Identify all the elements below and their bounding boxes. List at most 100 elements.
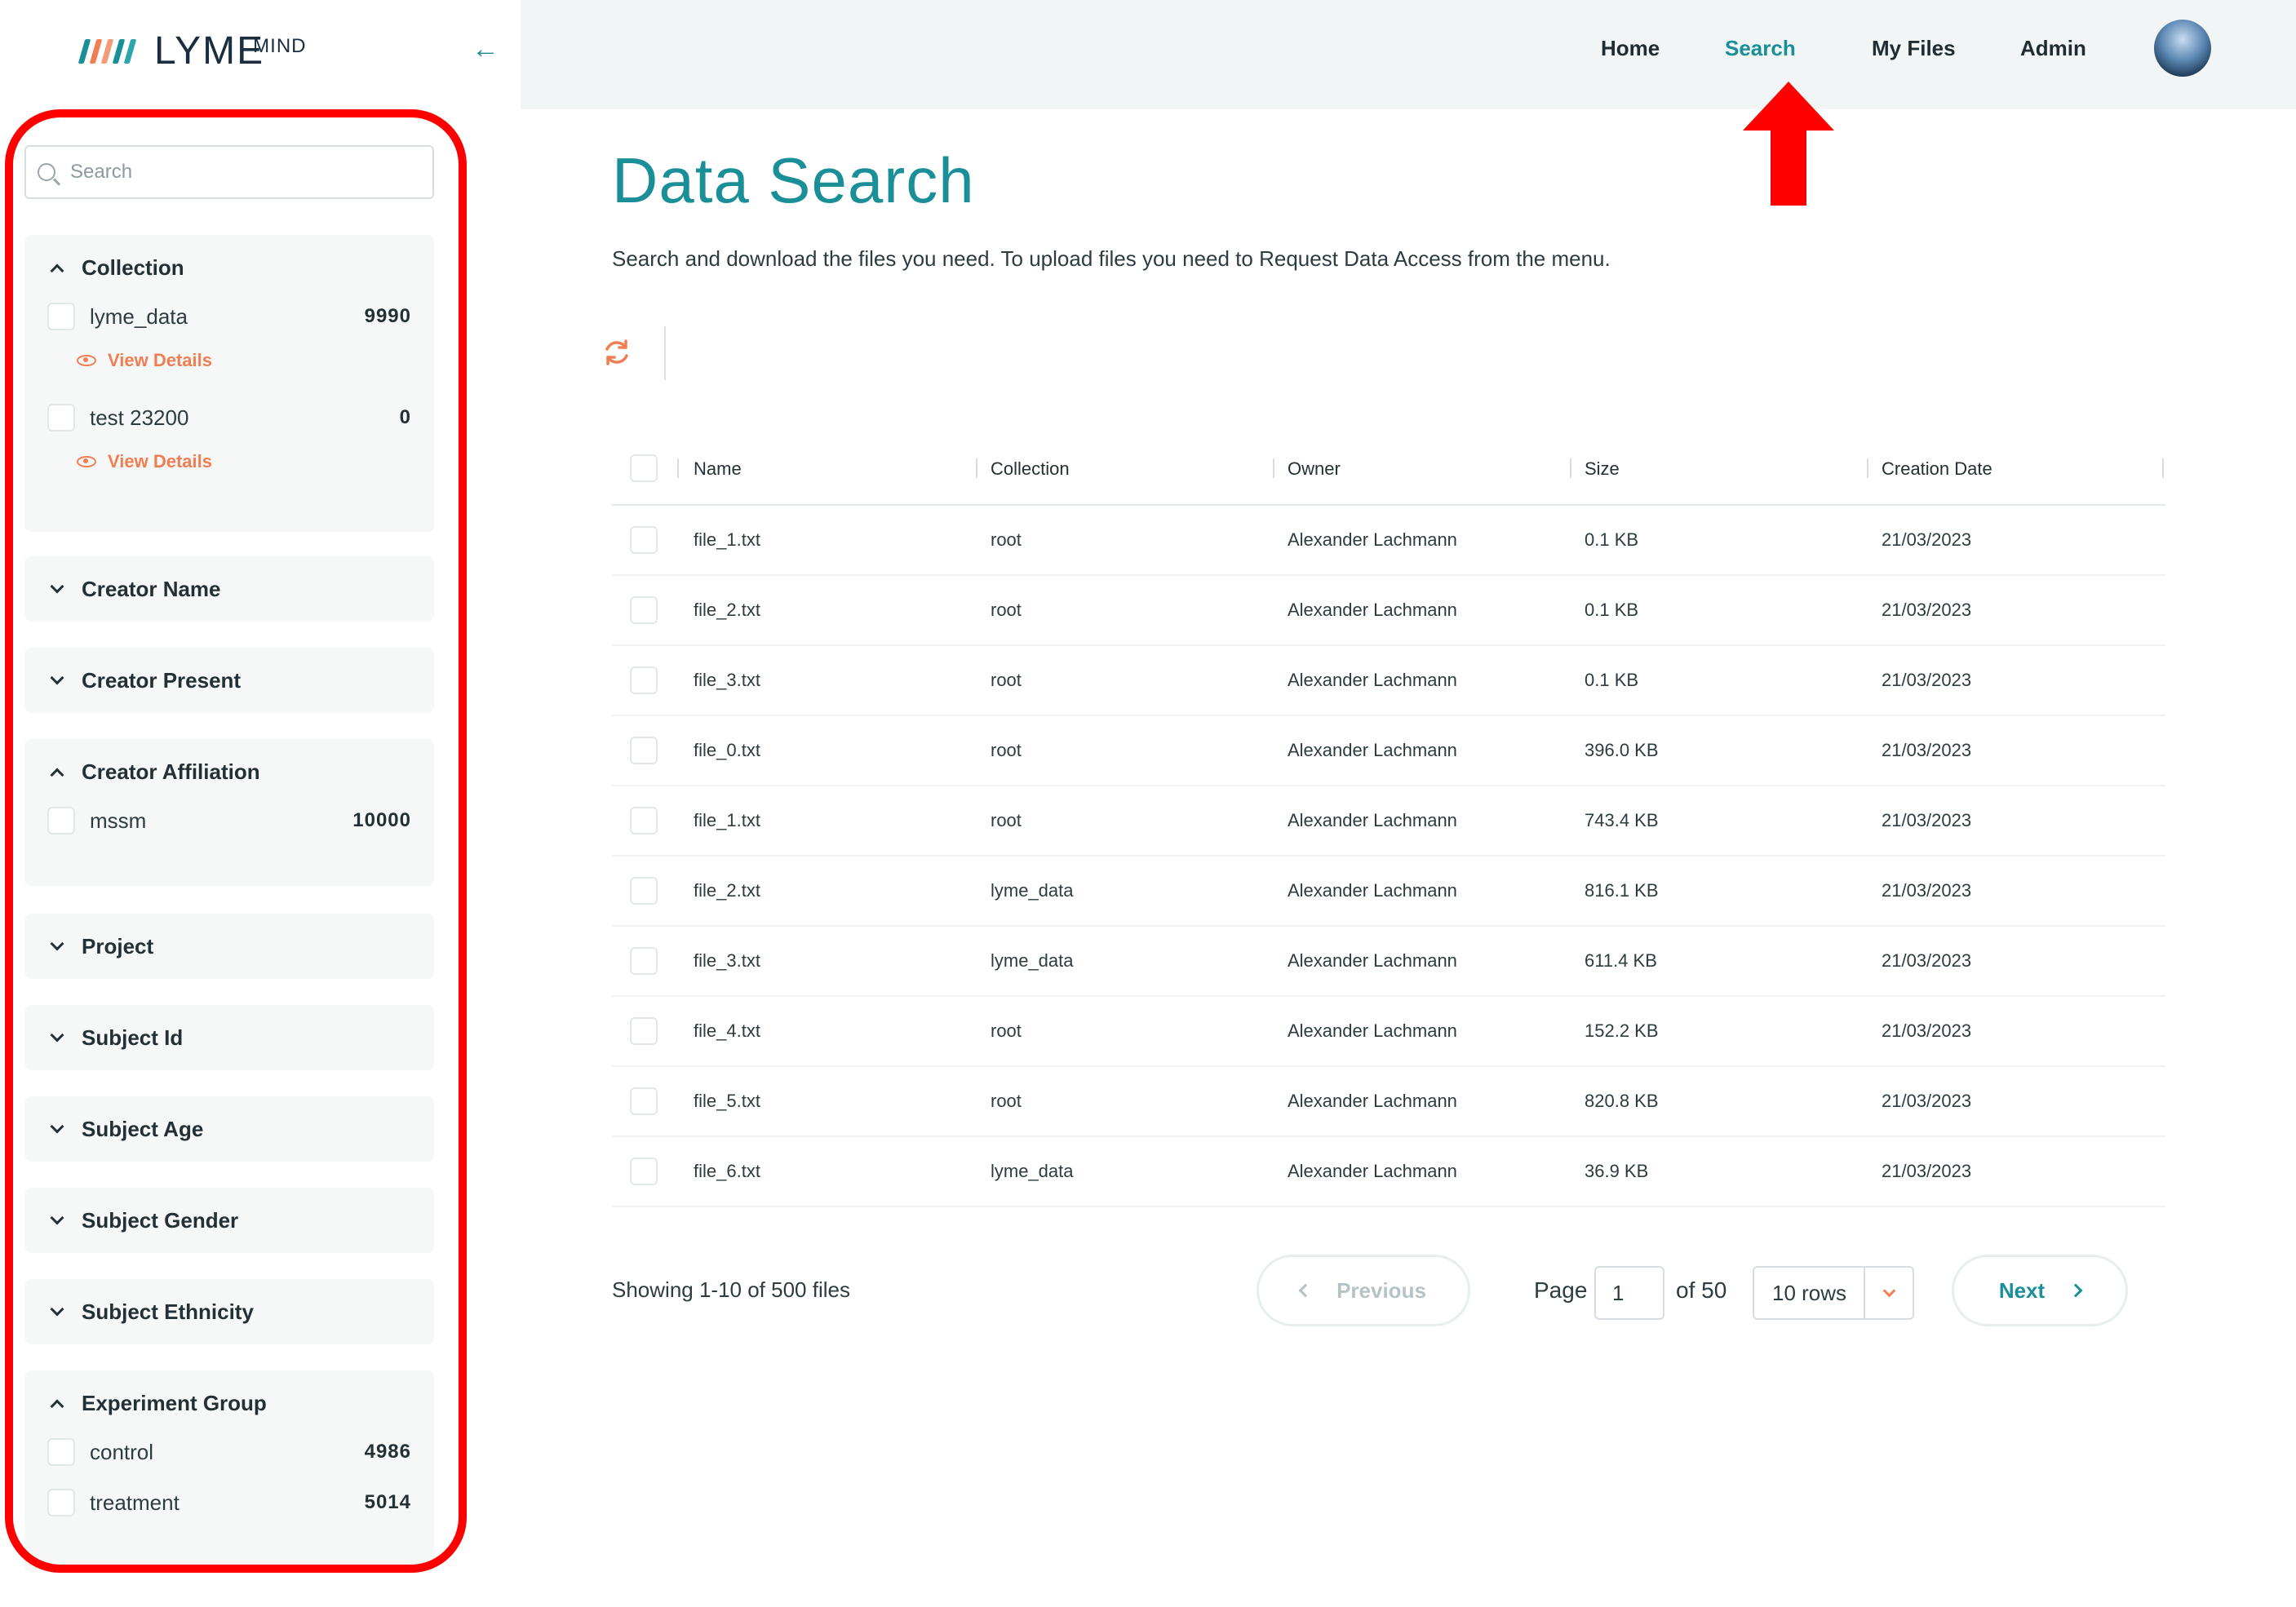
facet-option[interactable]: control 4986 (47, 1436, 411, 1468)
facet-option-label: control (90, 1439, 154, 1464)
table-row[interactable]: file_3.txt root Alexander Lachmann 0.1 KB 21… (612, 646, 2165, 716)
cell-name[interactable]: file_2.txt (694, 576, 760, 644)
facet-option[interactable]: treatment 5014 (47, 1486, 411, 1519)
row-checkbox[interactable] (630, 737, 658, 764)
page-number-input[interactable] (1594, 1266, 1664, 1320)
cell-collection: lyme_data (991, 880, 1074, 901)
cell-collection: lyme_data (991, 950, 1074, 971)
facet-title: Collection (82, 255, 184, 280)
column-header-size[interactable]: Size (1585, 434, 1620, 504)
next-page-button[interactable]: Next (1952, 1255, 2128, 1326)
rows-per-page-select[interactable]: 10 rows (1753, 1266, 1914, 1320)
cell-name[interactable]: file_6.txt (694, 1137, 760, 1206)
facet-header[interactable]: Subject Gender (24, 1188, 434, 1253)
facet-option-count: 9990 (364, 305, 411, 327)
eye-icon (77, 456, 96, 467)
chevron-down-icon[interactable] (1864, 1268, 1913, 1318)
cell-name[interactable]: file_2.txt (694, 857, 760, 925)
sidebar-search[interactable] (24, 145, 434, 199)
table-row[interactable]: file_2.txt lyme_data Alexander Lachmann 816… (612, 857, 2165, 927)
row-checkbox[interactable] (630, 1087, 658, 1115)
table-row[interactable]: file_2.txt root Alexander Lachmann 0.1 KB 21… (612, 576, 2165, 646)
cell-creation-date: 21/03/2023 (1882, 810, 1972, 830)
row-checkbox[interactable] (630, 526, 658, 554)
column-header-name[interactable]: Name (694, 434, 742, 504)
row-checkbox[interactable] (630, 1017, 658, 1045)
row-checkbox[interactable] (630, 666, 658, 694)
previous-page-button[interactable]: Previous (1257, 1255, 1470, 1326)
cell-collection: lyme_data (991, 1161, 1074, 1181)
facet-option-checkbox[interactable] (47, 404, 75, 432)
sidebar-search-input[interactable] (69, 160, 398, 184)
cell-name[interactable]: file_5.txt (694, 1067, 760, 1136)
column-divider (2162, 458, 2164, 478)
column-header-collection[interactable]: Collection (991, 434, 1070, 504)
facet-header[interactable]: Subject Ethnicity (24, 1279, 434, 1344)
facet-header[interactable]: Creator Present (24, 648, 434, 713)
facet-option-checkbox[interactable] (47, 303, 75, 330)
facet-option-label: treatment (90, 1490, 180, 1515)
nav-home[interactable]: Home (1601, 36, 1660, 61)
cell-creation-date: 21/03/2023 (1882, 880, 1972, 901)
table-row[interactable]: file_4.txt root Alexander Lachmann 152.2 KB… (612, 997, 2165, 1067)
cell-collection: root (991, 810, 1022, 830)
cell-owner: Alexander Lachmann (1288, 1020, 1457, 1041)
view-details-link[interactable]: View Details (77, 348, 212, 373)
table-row[interactable]: file_5.txt root Alexander Lachmann 820.8 KB… (612, 1067, 2165, 1137)
nav-search[interactable]: Search (1725, 36, 1796, 61)
facet-header[interactable]: Experiment Group (24, 1370, 434, 1436)
column-header-creation-date[interactable]: Creation Date (1882, 434, 1992, 504)
facet-header[interactable]: Subject Age (24, 1096, 434, 1162)
facet-header[interactable]: Creator Affiliation (24, 739, 434, 804)
row-checkbox[interactable] (630, 596, 658, 624)
row-checkbox[interactable] (630, 807, 658, 834)
facet-option-checkbox[interactable] (47, 1489, 75, 1516)
facet-subject-id: Subject Id (24, 1005, 434, 1070)
column-divider (1570, 458, 1571, 478)
chevron-down-icon (50, 1302, 64, 1317)
cell-collection: root (991, 529, 1022, 550)
cell-owner: Alexander Lachmann (1288, 810, 1457, 830)
facet-option[interactable]: mssm 10000 (47, 804, 411, 837)
row-checkbox[interactable] (630, 1158, 658, 1185)
row-checkbox[interactable] (630, 877, 658, 905)
facet-header[interactable]: Collection (24, 235, 434, 300)
table-row[interactable]: file_6.txt lyme_data Alexander Lachmann 36.… (612, 1137, 2165, 1207)
table-row[interactable]: file_1.txt root Alexander Lachmann 743.4 KB… (612, 786, 2165, 857)
facet-header[interactable]: Creator Name (24, 556, 434, 622)
chevron-up-icon (50, 1399, 64, 1413)
refresh-icon[interactable] (601, 336, 633, 369)
table-row[interactable]: file_1.txt root Alexander Lachmann 0.1 KB 21… (612, 506, 2165, 576)
column-header-owner[interactable]: Owner (1288, 434, 1341, 504)
facet-option-checkbox[interactable] (47, 807, 75, 834)
table-row[interactable]: file_3.txt lyme_data Alexander Lachmann 611… (612, 927, 2165, 997)
row-checkbox[interactable] (630, 947, 658, 975)
facet-option-checkbox[interactable] (47, 1438, 75, 1466)
nav-admin[interactable]: Admin (2020, 36, 2086, 61)
nav-my-files[interactable]: My Files (1872, 36, 1956, 61)
cell-owner: Alexander Lachmann (1288, 950, 1457, 971)
facet-title: Creator Affiliation (82, 759, 260, 784)
avatar[interactable] (2154, 20, 2211, 77)
cell-name[interactable]: file_3.txt (694, 927, 760, 995)
column-divider (1867, 458, 1868, 478)
lymemind-logo[interactable]: LYMEMIND (78, 31, 306, 72)
facet-option[interactable]: test 23200 0 (47, 401, 411, 434)
cell-name[interactable]: file_1.txt (694, 786, 760, 855)
collapse-sidebar-arrow-icon[interactable]: ← (472, 33, 499, 65)
table-row[interactable]: file_0.txt root Alexander Lachmann 396.0 KB… (612, 716, 2165, 786)
cell-name[interactable]: file_4.txt (694, 997, 760, 1065)
cell-name[interactable]: file_1.txt (694, 506, 760, 574)
next-label: Next (1998, 1277, 2046, 1303)
facet-header[interactable]: Project (24, 914, 434, 979)
select-all-checkbox[interactable] (630, 454, 658, 482)
logo-mark-icon (78, 39, 137, 64)
facet-creator-present: Creator Present (24, 648, 434, 713)
facet-title: Subject Id (82, 1025, 184, 1050)
cell-name[interactable]: file_3.txt (694, 646, 760, 715)
facet-subject-ethnicity: Subject Ethnicity (24, 1279, 434, 1344)
cell-name[interactable]: file_0.txt (694, 716, 760, 785)
facet-option[interactable]: lyme_data 9990 (47, 300, 411, 333)
facet-header[interactable]: Subject Id (24, 1005, 434, 1070)
view-details-link[interactable]: View Details (77, 449, 212, 474)
